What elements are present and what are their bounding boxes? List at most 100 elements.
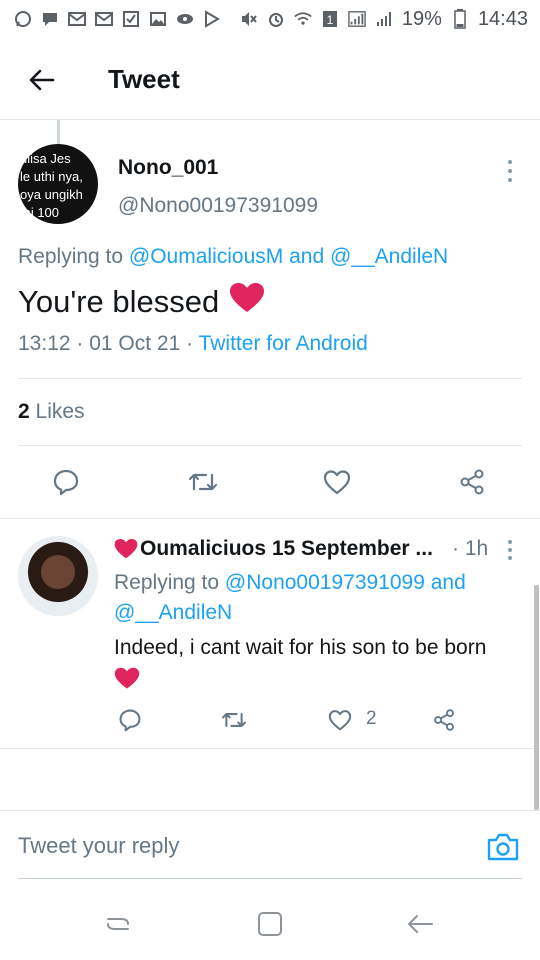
more-dot [508,169,512,173]
replying-and[interactable]: and [431,571,466,594]
replying-prefix: Replying to [114,571,220,594]
share-icon [434,709,454,731]
more-options-button[interactable] [500,538,520,562]
svg-text:1: 1 [327,13,334,27]
scrollbar[interactable] [534,585,539,810]
likes-count-link[interactable]: 2 Likes [18,400,85,424]
home-icon [258,912,282,936]
reply-actions [0,700,540,740]
heart-icon [323,470,351,495]
signal-icon [348,10,366,28]
reply-button[interactable] [110,700,150,740]
reply-like-count: 2 [366,708,377,729]
like-button[interactable] [317,462,357,502]
notification-icons [14,10,221,28]
replying-to: Replying to @Nono00197391099 and @__Andi… [114,568,524,628]
video-icon [176,10,194,28]
likes-label: Likes [35,400,85,423]
mention-link[interactable]: @__AndileN [330,245,448,268]
more-dots-icon [508,540,512,544]
more-dot [508,556,512,560]
mention-link[interactable]: @__AndileN [114,601,232,624]
avatar-text-line: mi 100 [20,205,60,220]
system-nav-bar [0,886,540,960]
red-heart-emoji-icon [114,539,138,559]
retweet-icon [221,713,247,727]
likes-count: 2 [18,400,30,423]
gallery-icon [149,10,167,28]
battery-percent: 19% [401,7,442,30]
heart-icon [328,710,352,731]
system-icons: 1 19% 14:43 [240,8,528,31]
gmail-icon [68,10,86,28]
retweet-button[interactable] [183,462,223,502]
thread-line [57,120,60,144]
meta-separator: · [186,332,199,355]
replying-prefix: Replying to [18,245,124,268]
check-icon [122,10,140,28]
retweet-button[interactable] [214,700,254,740]
more-dot [508,178,512,182]
back-button[interactable] [12,50,72,110]
app-header: Tweet [0,40,540,120]
tweet-actions [0,458,540,508]
share-button[interactable] [424,700,464,740]
sim1-icon: 1 [321,10,339,28]
home-button[interactable] [250,908,290,940]
divider [0,748,540,749]
page-title: Tweet [108,64,180,94]
divider [0,518,540,519]
mention-link[interactable]: @OumaliciousM [129,245,283,268]
author-handle[interactable]: @Nono00197391099 [118,194,318,218]
avatar-text-line: oya ungikh [20,187,83,202]
more-options-button[interactable] [500,158,520,184]
mention-link[interactable]: @Nono00197391099 [225,571,425,594]
play-store-icon [203,10,221,28]
more-dots-icon [508,160,512,164]
camera-button[interactable] [486,832,522,866]
comment-icon [119,709,141,732]
composer-underline [18,878,522,879]
clock: 14:43 [477,7,528,30]
mute-icon [240,10,258,28]
avatar-text-line: le uthi nya, [20,169,83,184]
reply-author-name[interactable]: Oumaliciuos 15 September ... [114,537,433,561]
chat-icon [41,10,59,28]
replying-and[interactable]: and [289,245,324,268]
comment-icon [53,469,79,496]
whatsapp-icon [14,10,32,28]
reply-author-name-text: Oumaliciuos 15 September ... [140,537,433,560]
avatar-text-line: ulisa Jes [20,151,71,166]
like-button[interactable] [320,700,360,740]
tweet-time: 13:12 [18,332,71,355]
tweet-text: You're blessed [18,282,265,322]
author-name[interactable]: Nono_001 [118,156,218,180]
replying-to: Replying to @OumaliciousM and @__AndileN [18,245,448,269]
tweet-client-link[interactable]: Twitter for Android [199,332,368,355]
reply-input[interactable] [18,828,458,864]
reply-composer [0,812,540,882]
divider [18,445,522,446]
back-arrow-icon [408,915,433,933]
signal-icon [375,10,393,28]
status-bar: 1 19% 14:43 [0,0,540,38]
reply-text-body: Indeed, i cant wait for his son to be bo… [114,636,487,659]
recent-apps-button[interactable] [98,908,138,940]
arrow-left-icon [29,69,55,90]
reply-time: · 1h [452,537,489,560]
back-nav-button[interactable] [400,908,440,940]
camera-icon [487,833,519,861]
avatar[interactable]: ulisa Jes le uthi nya, oya ungikh mi 100 [18,144,98,224]
more-dot [508,548,512,552]
red-heart-emoji-icon [229,282,265,322]
tweet-date: 01 Oct 21 [89,332,181,355]
retweet-icon [188,473,218,491]
divider [0,810,540,811]
battery-icon [451,9,469,29]
meta-separator: · [76,332,90,355]
reply-button[interactable] [46,462,86,502]
avatar[interactable] [18,536,98,616]
share-button[interactable] [452,462,492,502]
wifi-icon [294,10,312,28]
reply-text: Indeed, i cant wait for his son to be bo… [114,633,524,699]
